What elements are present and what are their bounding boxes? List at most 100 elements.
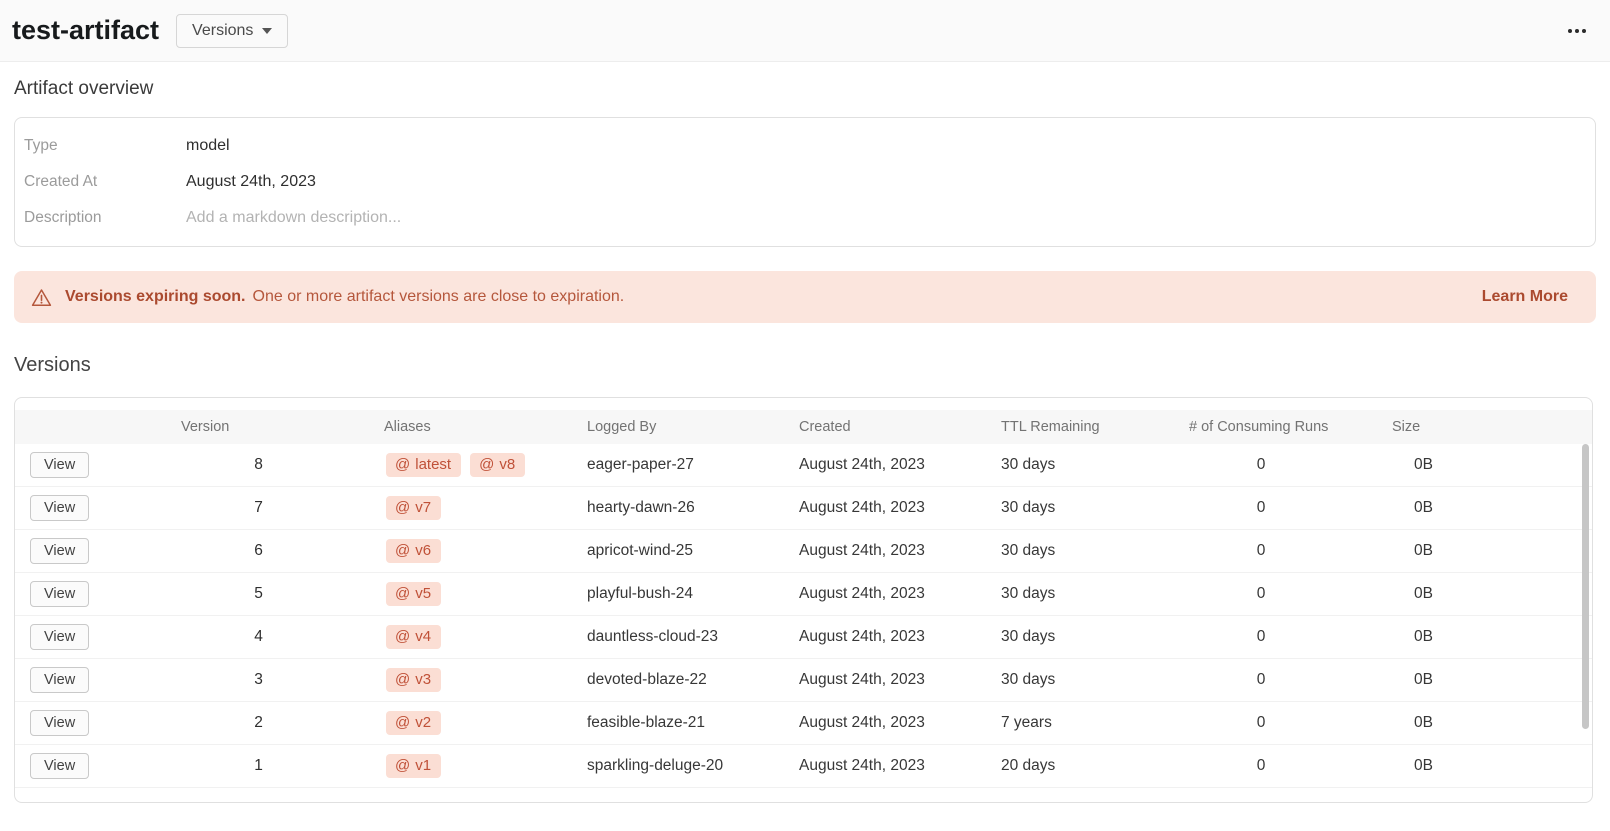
table-row: View 5 @v5 playful-bush-24 August 24th, … bbox=[15, 573, 1592, 616]
view-button[interactable]: View bbox=[30, 581, 89, 607]
col-header-ttl: TTL Remaining bbox=[973, 419, 1161, 435]
learn-more-link[interactable]: Learn More bbox=[1482, 288, 1568, 306]
col-header-version: Version bbox=[151, 419, 366, 435]
col-header-size: Size bbox=[1361, 419, 1486, 435]
warning-icon bbox=[31, 288, 52, 307]
top-bar: test-artifact Versions bbox=[0, 0, 1610, 62]
aliases-cell: @ v7 bbox=[366, 496, 559, 520]
logged-by-run-link[interactable]: devoted-blaze-22 bbox=[559, 671, 773, 689]
created-at-label: Created At bbox=[15, 173, 186, 191]
table-row: View 1 @v1 sparkling-deluge-20 August 24… bbox=[15, 745, 1592, 788]
alias-chip[interactable]: @v3 bbox=[386, 668, 441, 692]
created-cell: August 24th, 2023 bbox=[773, 542, 973, 560]
size-cell: 0B bbox=[1361, 585, 1486, 603]
aliases-cell: @ v4 bbox=[366, 625, 559, 649]
table-row: View 4 @v4 dauntless-cloud-23 August 24t… bbox=[15, 616, 1592, 659]
description-input[interactable]: Add a markdown description... bbox=[186, 209, 401, 227]
overflow-menu-icon[interactable] bbox=[1566, 23, 1588, 39]
alias-chip[interactable]: @ v5 bbox=[386, 582, 441, 606]
size-cell: 0B bbox=[1361, 456, 1486, 474]
at-icon: @ bbox=[395, 499, 410, 516]
table-scrollbar[interactable] bbox=[1582, 444, 1589, 729]
aliases-cell: @v6 bbox=[366, 539, 559, 563]
consuming-runs-cell: 0 bbox=[1161, 757, 1361, 775]
version-number: 4 bbox=[151, 628, 366, 646]
table-header-row: Version Aliases Logged By Created TTL Re… bbox=[15, 410, 1592, 444]
type-value: model bbox=[186, 137, 230, 155]
versions-dropdown-button[interactable]: Versions bbox=[176, 14, 288, 48]
alias-chip[interactable]: @ latest bbox=[386, 453, 461, 477]
banner-title: Versions expiring soon. bbox=[65, 288, 246, 306]
ttl-cell: 7 years bbox=[973, 714, 1161, 732]
overview-heading: Artifact overview bbox=[14, 78, 1596, 100]
alias-chip[interactable]: @ v4 bbox=[386, 625, 441, 649]
alias-chip[interactable]: @ v7 bbox=[386, 496, 441, 520]
overview-card: Type model Created At August 24th, 2023 … bbox=[14, 117, 1596, 247]
logged-by-run-link[interactable]: playful-bush-24 bbox=[559, 585, 773, 603]
logged-by-run-link[interactable]: dauntless-cloud-23 bbox=[559, 628, 773, 646]
alias-label: v5 bbox=[415, 585, 431, 602]
at-icon: @ bbox=[395, 456, 410, 473]
ttl-cell: 30 days bbox=[973, 585, 1161, 603]
at-icon: @ bbox=[395, 757, 410, 774]
version-number: 2 bbox=[151, 714, 366, 732]
at-icon: @ bbox=[395, 714, 410, 731]
size-cell: 0B bbox=[1361, 757, 1486, 775]
view-button[interactable]: View bbox=[30, 452, 89, 478]
logged-by-run-link[interactable]: hearty-dawn-26 bbox=[559, 499, 773, 517]
aliases-cell: @ v2 bbox=[366, 711, 559, 735]
size-cell: 0B bbox=[1361, 671, 1486, 689]
consuming-runs-cell: 0 bbox=[1161, 542, 1361, 560]
table-row: View 3 @v3 devoted-blaze-22 August 24th,… bbox=[15, 659, 1592, 702]
size-cell: 0B bbox=[1361, 542, 1486, 560]
ttl-cell: 30 days bbox=[973, 671, 1161, 689]
view-button[interactable]: View bbox=[30, 624, 89, 650]
page-title: test-artifact bbox=[12, 15, 159, 46]
consuming-runs-cell: 0 bbox=[1161, 456, 1361, 474]
ttl-cell: 20 days bbox=[973, 757, 1161, 775]
logged-by-run-link[interactable]: feasible-blaze-21 bbox=[559, 714, 773, 732]
version-number: 3 bbox=[151, 671, 366, 689]
created-cell: August 24th, 2023 bbox=[773, 757, 973, 775]
at-icon: @ bbox=[395, 628, 410, 645]
versions-heading: Versions bbox=[14, 354, 1596, 377]
alias-label: v4 bbox=[415, 628, 431, 645]
view-button[interactable]: View bbox=[30, 495, 89, 521]
view-button[interactable]: View bbox=[30, 538, 89, 564]
logged-by-run-link[interactable]: eager-paper-27 bbox=[559, 456, 773, 474]
field-row-type: Type model bbox=[15, 128, 1595, 164]
type-label: Type bbox=[15, 137, 186, 155]
alias-label: v7 bbox=[415, 499, 431, 516]
ttl-cell: 30 days bbox=[973, 499, 1161, 517]
at-icon: @ bbox=[479, 456, 494, 473]
col-header-logged-by: Logged By bbox=[559, 419, 773, 435]
alias-label: v8 bbox=[499, 456, 515, 473]
table-row: View 2 @ v2 feasible-blaze-21 August 24th… bbox=[15, 702, 1592, 745]
table-row: View 7 @v7 hearty-dawn-26 August 24th, 2… bbox=[15, 487, 1592, 530]
alias-label: v6 bbox=[415, 542, 431, 559]
view-button[interactable]: View bbox=[30, 753, 89, 779]
alias-label: latest bbox=[415, 456, 451, 473]
created-cell: August 24th, 2023 bbox=[773, 456, 973, 474]
alias-label: v1 bbox=[415, 757, 431, 774]
alias-chip[interactable]: @ v1 bbox=[386, 754, 441, 778]
size-cell: 0B bbox=[1361, 628, 1486, 646]
alias-label: v2 bbox=[415, 714, 431, 731]
at-icon: @ bbox=[395, 671, 410, 688]
alias-chip[interactable]: @v6 bbox=[386, 539, 441, 563]
aliases-cell: @ v5 bbox=[366, 582, 559, 606]
logged-by-run-link[interactable]: sparkling-deluge-20 bbox=[559, 757, 773, 775]
created-cell: August 24th, 2023 bbox=[773, 714, 973, 732]
view-button[interactable]: View bbox=[30, 710, 89, 736]
at-icon: @ bbox=[395, 585, 410, 602]
view-button[interactable]: View bbox=[30, 667, 89, 693]
consuming-runs-cell: 0 bbox=[1161, 585, 1361, 603]
consuming-runs-cell: 0 bbox=[1161, 714, 1361, 732]
alias-chip[interactable]: @ v8 bbox=[470, 453, 525, 477]
chevron-down-icon bbox=[262, 28, 272, 34]
alias-chip[interactable]: @ v2 bbox=[386, 711, 441, 735]
banner-message: One or more artifact versions are close … bbox=[253, 288, 625, 306]
version-number: 7 bbox=[151, 499, 366, 517]
table-row: View 6 @v6 apricot-wind-25 August 24th, … bbox=[15, 530, 1592, 573]
logged-by-run-link[interactable]: apricot-wind-25 bbox=[559, 542, 773, 560]
